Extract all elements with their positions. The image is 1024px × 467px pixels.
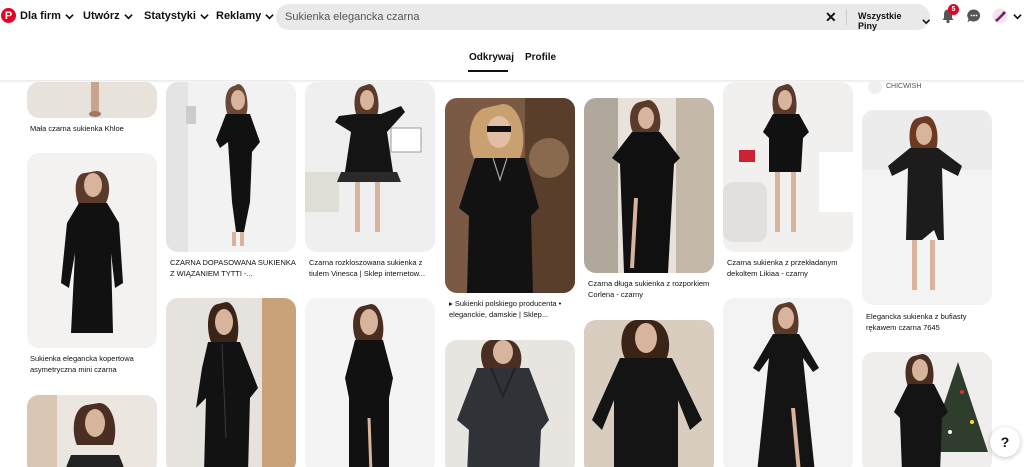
pin-title: Sukienka elegancka kopertowa asymetryczn…	[30, 354, 134, 374]
pin-image[interactable]	[584, 320, 714, 467]
search-divider	[846, 9, 847, 25]
profile-avatar[interactable]	[992, 8, 1008, 24]
pin-image[interactable]	[166, 82, 296, 252]
chevron-down-icon[interactable]	[1013, 12, 1022, 21]
chat-bubble-icon[interactable]	[966, 8, 982, 24]
explore-profile-tabs: Odkrywaj Profile	[0, 52, 1024, 74]
pin-image[interactable]	[723, 82, 853, 252]
pin-image[interactable]	[445, 98, 575, 293]
nav-create-label: Utwórz	[83, 10, 120, 22]
pin-title: Czarna długa sukienka z rozporkiem Corle…	[588, 279, 710, 299]
dress-photo	[584, 320, 714, 467]
nav-business-menu[interactable]: Dla firm	[20, 10, 74, 22]
dress-photo	[305, 82, 435, 252]
pin-title: CZARNA DOPASOWANA SUKIENKA Z WIĄZANIEM T…	[170, 258, 296, 278]
nav-ads-menu[interactable]: Reklamy	[216, 10, 274, 22]
dress-photo	[305, 298, 435, 467]
pin-image[interactable]	[445, 340, 575, 467]
notification-count-badge: 5	[948, 4, 959, 15]
pin-title: Elegancka sukienka z bufiasty rękawem cz…	[866, 312, 967, 332]
pin-image[interactable]	[166, 298, 296, 467]
pin-image[interactable]	[27, 395, 157, 467]
pin-title: Mała czarna sukienka Khloe	[30, 124, 124, 133]
dress-photo	[27, 153, 157, 348]
pin-image[interactable]	[305, 298, 435, 467]
nav-ads-label: Reklamy	[216, 10, 262, 22]
pin-image[interactable]	[584, 98, 714, 273]
pin-image[interactable]	[27, 153, 157, 348]
pin-image[interactable]	[723, 298, 853, 467]
pin-image[interactable]	[305, 82, 435, 252]
nav-analytics-menu[interactable]: Statystyki	[144, 10, 209, 22]
search-bar: ✕ Wszystkie Piny	[276, 4, 930, 31]
dress-photo	[445, 98, 575, 293]
dress-photo	[166, 298, 296, 467]
active-tab-underline	[468, 70, 508, 72]
pin-title: Czarna rozkloszowana sukienka z tiulem V…	[309, 258, 426, 278]
chevron-down-icon	[200, 13, 209, 19]
dress-photo	[27, 395, 157, 467]
dress-photo	[166, 82, 296, 252]
dress-photo	[862, 110, 992, 305]
chevron-down-icon	[123, 13, 133, 19]
dress-photo	[27, 82, 157, 118]
search-scope-dropdown[interactable]: Wszystkie Piny	[858, 11, 930, 31]
dress-photo	[723, 82, 853, 252]
search-input[interactable]	[285, 4, 805, 30]
tab-profile[interactable]: Profile	[525, 52, 556, 63]
nav-create-menu[interactable]: Utwórz	[83, 10, 133, 22]
pin-title: Czarna sukienka z przekładanym dekoltem …	[727, 258, 838, 278]
help-button[interactable]: ?	[990, 427, 1020, 457]
dress-photo	[723, 298, 853, 467]
tab-explore[interactable]: Odkrywaj	[469, 52, 514, 63]
nav-analytics-label: Statystyki	[144, 10, 196, 22]
pin-image[interactable]	[862, 110, 992, 305]
brand-name[interactable]: CHICWISH	[886, 83, 921, 90]
dress-photo	[584, 98, 714, 273]
pin-image[interactable]	[862, 352, 992, 467]
pin-image[interactable]	[27, 82, 157, 118]
nav-business-label: Dla firm	[20, 10, 61, 22]
pin-title: ▸ Sukienki polskiego producenta • elegan…	[449, 299, 562, 319]
top-navigation-bar: P Dla firm Utwórz Statystyki Reklamy ✕ W…	[0, 0, 1024, 36]
clear-search-icon[interactable]: ✕	[825, 10, 837, 24]
pinterest-logo-icon[interactable]: P	[1, 8, 16, 23]
chevron-down-icon	[921, 18, 930, 24]
dress-photo	[445, 340, 575, 467]
chevron-down-icon	[65, 13, 74, 19]
search-scope-label: Wszystkie Piny	[858, 11, 902, 31]
chevron-down-icon	[265, 13, 274, 19]
brand-avatar	[868, 80, 882, 94]
dress-photo	[862, 352, 992, 467]
